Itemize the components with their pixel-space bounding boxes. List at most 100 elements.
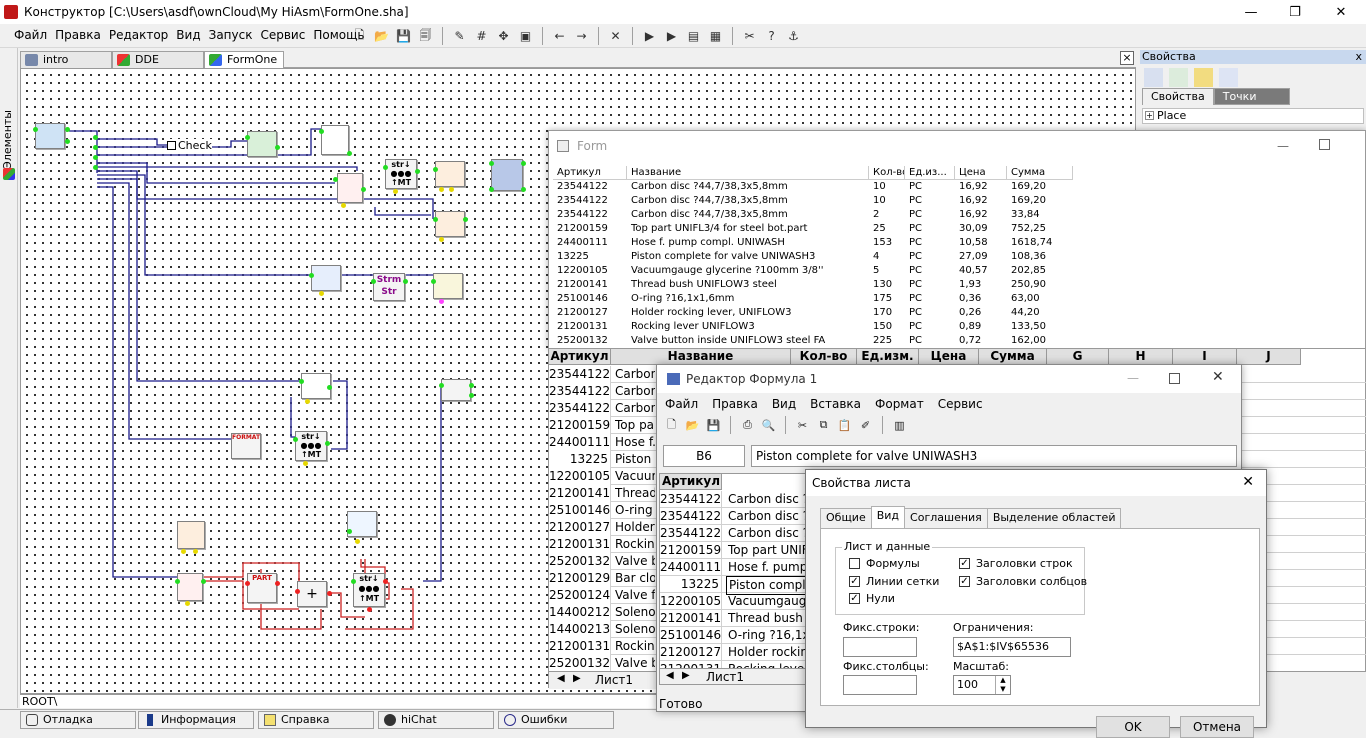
menu-item[interactable]: Формат — [875, 397, 924, 411]
column-header[interactable]: Сумма — [979, 349, 1047, 365]
table-row[interactable]: 24400111 Hose f. pump compl. UNIWASH 153 PC… — [553, 236, 1363, 250]
str-mt-block-2[interactable]: str↓ ●●● ↑MT — [295, 431, 327, 461]
point[interactable] — [93, 155, 98, 160]
props-icon[interactable] — [1144, 68, 1163, 87]
point[interactable] — [275, 581, 280, 586]
tab-help[interactable]: Справка — [258, 711, 374, 729]
checkbox-box[interactable]: ✓ — [959, 558, 970, 569]
grid-edit-block[interactable] — [435, 211, 465, 237]
point[interactable] — [347, 529, 352, 534]
str-mt-block-3[interactable]: str↓ ●●● ↑MT — [353, 573, 385, 607]
table-block[interactable] — [491, 159, 523, 191]
help-icon[interactable]: ? — [762, 27, 781, 46]
point[interactable] — [93, 165, 98, 170]
point[interactable] — [181, 549, 186, 554]
close-tab-icon[interactable]: × — [1120, 51, 1134, 65]
checkbox-box[interactable] — [849, 558, 860, 569]
cancel-button[interactable]: Отмена — [1180, 716, 1254, 738]
point[interactable] — [201, 579, 206, 584]
save-icon[interactable]: 💾 — [394, 27, 413, 46]
point[interactable] — [439, 299, 444, 304]
open-icon[interactable]: 📂 — [684, 417, 701, 434]
clipboard-block[interactable] — [433, 273, 463, 299]
point[interactable] — [489, 187, 494, 192]
point[interactable] — [303, 461, 308, 466]
point[interactable] — [93, 135, 98, 140]
tab-errors[interactable]: Ошибки — [498, 711, 614, 729]
point[interactable] — [361, 187, 366, 192]
tab-info[interactable]: Информация — [138, 711, 254, 729]
point[interactable] — [415, 169, 420, 174]
point[interactable] — [433, 217, 438, 222]
row-headers-checkbox[interactable]: ✓ Заголовки строк — [959, 557, 1073, 570]
point[interactable] — [393, 189, 398, 194]
column-header[interactable]: H — [1109, 349, 1173, 365]
column-header[interactable]: Название — [627, 166, 869, 180]
copy-icon[interactable]: ⧉ — [815, 417, 832, 434]
column-header[interactable]: Сумма — [1007, 166, 1073, 180]
point[interactable] — [439, 187, 444, 192]
point[interactable] — [403, 279, 408, 284]
point[interactable] — [293, 437, 298, 442]
loop-block-2[interactable] — [177, 573, 203, 601]
table-row[interactable]: 23544122 Carbon disc ?44,7/38,3x5,8mm 10 PC… — [553, 180, 1363, 194]
memo-block[interactable] — [321, 125, 349, 155]
tab-debug[interactable]: Отладка — [20, 711, 136, 729]
undo-icon[interactable]: ← — [550, 27, 569, 46]
debug-icon[interactable]: ▦ — [706, 27, 725, 46]
table-row[interactable]: 23544122 Carbon disc ?44,7/38,3x5,8mm 10 PC… — [553, 194, 1363, 208]
tab-conventions[interactable]: Соглашения — [904, 508, 988, 528]
point[interactable] — [355, 539, 360, 544]
table-row[interactable]: 21200141 Thread bush UNIFLOW3 steel 130 PC 1… — [553, 278, 1363, 292]
point[interactable] — [433, 167, 438, 172]
tab-view[interactable]: Вид — [870, 506, 906, 528]
point[interactable] — [245, 581, 250, 586]
align-icon[interactable]: ✥ — [494, 27, 513, 46]
ok-button[interactable]: OK — [1096, 716, 1170, 738]
point[interactable] — [93, 145, 98, 150]
cell-value-box[interactable]: Piston complete for valve UNIWASH3 — [751, 445, 1237, 467]
zeros-checkbox[interactable]: ✓ Нули — [849, 592, 895, 605]
sheet-tab[interactable]: Лист1 — [595, 673, 633, 689]
column-header[interactable]: Артикул — [553, 166, 627, 180]
point[interactable] — [449, 187, 454, 192]
elements-icon[interactable] — [3, 168, 15, 180]
table-row[interactable]: 25200132 Valve button inside UNIFLOW3 ste… — [553, 334, 1363, 348]
download-block[interactable] — [347, 511, 377, 537]
column-header[interactable]: I — [1173, 349, 1237, 365]
point[interactable] — [193, 549, 198, 554]
open-icon[interactable]: 📂 — [372, 27, 391, 46]
close-button[interactable]: ✕ — [1318, 0, 1364, 24]
tab-formone[interactable]: FormOne — [204, 51, 284, 68]
print-icon[interactable]: ⎙ — [739, 417, 756, 434]
tab-general[interactable]: Общие — [820, 508, 872, 528]
form-block[interactable] — [35, 123, 65, 149]
fix-cols-input[interactable] — [843, 675, 917, 695]
table-row[interactable]: 21200159 Top part UNIFL3/4 for steel bot.… — [553, 222, 1363, 236]
new-icon[interactable]: 🗋 — [350, 27, 369, 46]
point[interactable] — [463, 217, 468, 222]
menu-item[interactable]: Сервис — [938, 397, 983, 411]
redo-icon[interactable]: → — [572, 27, 591, 46]
chart-icon[interactable]: ▥ — [891, 417, 908, 434]
sheet-prev-icon[interactable]: ◀ — [557, 673, 565, 684]
run-icon[interactable]: ▶ — [640, 27, 659, 46]
dialog-close-button[interactable]: ✕ — [1242, 474, 1254, 490]
column-header[interactable]: G — [1047, 349, 1109, 365]
point[interactable] — [295, 589, 300, 594]
column-header[interactable]: Цена — [919, 349, 979, 365]
plus-block[interactable]: + — [297, 581, 327, 607]
grid-icon[interactable]: # — [472, 27, 491, 46]
column-header[interactable]: Ед.изм. — [857, 349, 919, 365]
column-header[interactable]: Цена — [955, 166, 1007, 180]
column-header[interactable]: Название — [611, 349, 791, 365]
point[interactable] — [65, 127, 70, 132]
point[interactable] — [275, 145, 280, 150]
point[interactable] — [521, 187, 526, 192]
new-icon[interactable]: 🗋 — [663, 417, 680, 434]
point[interactable] — [327, 591, 332, 596]
table-row[interactable]: 21200131 Rocking lever UNIFLOW3 150 PC 0,89 1… — [553, 320, 1363, 334]
point[interactable] — [347, 151, 352, 156]
point[interactable] — [521, 161, 526, 166]
point[interactable] — [175, 579, 180, 584]
